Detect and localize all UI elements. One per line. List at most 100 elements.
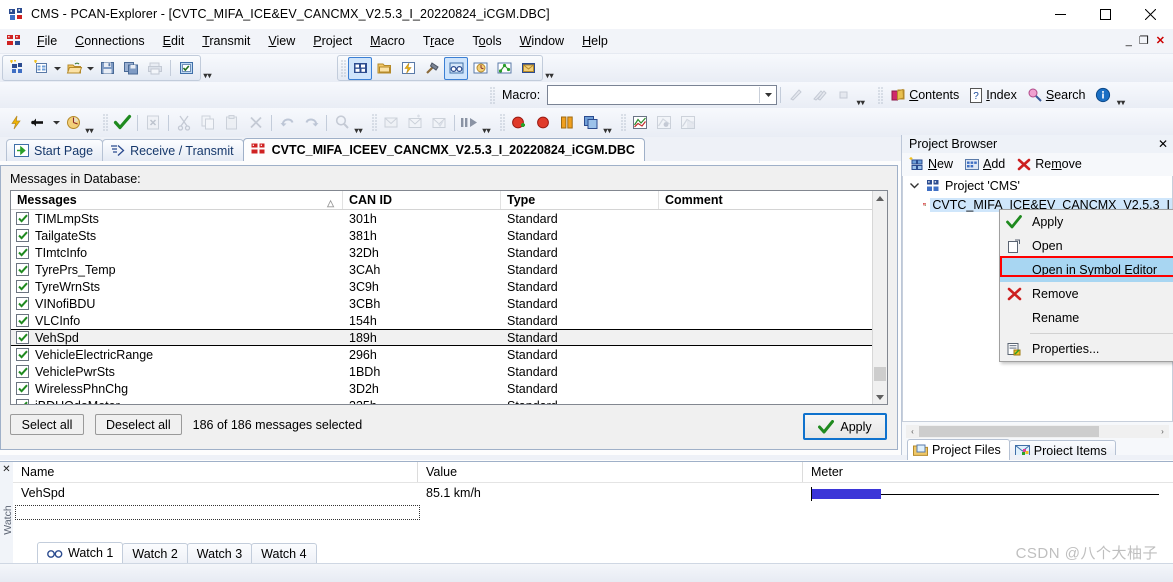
table-row[interactable]: VINofiBDU 3CBh Standard: [11, 295, 887, 312]
scroll-left-icon[interactable]: ‹: [906, 425, 919, 438]
tab-receive-transmit[interactable]: Receive / Transmit: [102, 139, 244, 161]
menu-tools[interactable]: Tools: [463, 31, 510, 51]
minimize-button[interactable]: [1038, 0, 1083, 28]
table-row[interactable]: iBDUOdoMeter 335hStandard: [11, 397, 887, 404]
timer-icon[interactable]: [468, 57, 492, 80]
paste-icon[interactable]: [220, 111, 244, 134]
row-checkbox[interactable]: [16, 297, 29, 310]
tab-start-page[interactable]: Start Page: [6, 139, 104, 161]
tree-node-project[interactable]: Project 'CMS': [903, 176, 1172, 195]
context-menu-item-open[interactable]: Open: [1000, 234, 1173, 258]
menu-view[interactable]: View: [259, 31, 304, 51]
context-menu-item-apply[interactable]: Apply: [1000, 210, 1173, 234]
toolbar-overflow-button[interactable]: ▾ ▾: [545, 58, 554, 80]
chevron-down-icon[interactable]: [53, 58, 62, 78]
menu-project[interactable]: Project: [304, 31, 361, 51]
chevron-expanded-icon[interactable]: [907, 182, 921, 189]
table-row[interactable]: TailgateSts 381h Standard: [11, 227, 887, 244]
properties-icon[interactable]: [174, 57, 198, 80]
cut-icon[interactable]: [172, 111, 196, 134]
apply-button[interactable]: Apply: [803, 413, 887, 440]
network-icon[interactable]: [492, 57, 516, 80]
send-message-icon[interactable]: [379, 111, 403, 134]
scroll-down-icon[interactable]: [873, 390, 887, 404]
new-project-icon[interactable]: [5, 57, 29, 80]
row-checkbox[interactable]: [16, 212, 29, 225]
redo-icon[interactable]: [299, 111, 323, 134]
column-header-canid[interactable]: CAN ID: [343, 191, 501, 209]
mdi-close-button[interactable]: ✕: [1156, 35, 1165, 47]
close-button[interactable]: [1128, 0, 1173, 28]
tab-watch-4[interactable]: Watch 4: [251, 543, 317, 563]
toolbar-overflow-button[interactable]: ▾ ▾: [85, 113, 94, 134]
print-icon[interactable]: [143, 57, 167, 80]
macro-input[interactable]: [548, 86, 760, 104]
toolbar-overflow-button[interactable]: ▾ ▾: [482, 113, 491, 134]
row-checkbox[interactable]: [16, 229, 29, 242]
new-document-icon[interactable]: [29, 57, 53, 80]
edit-message-icon[interactable]: [427, 111, 451, 134]
project-new-button[interactable]: New: [906, 155, 959, 173]
table-row[interactable]: TyreWrnSts 3C9h Standard: [11, 278, 887, 295]
table-row[interactable]: VLCInfo 154h Standard: [11, 312, 887, 329]
undo-icon[interactable]: [275, 111, 299, 134]
project-remove-button[interactable]: Remove: [1014, 155, 1088, 173]
toolbar-overflow-button[interactable]: ▾ ▾: [856, 85, 865, 107]
hscrollbar-thumb[interactable]: [919, 426, 1099, 437]
receive-transmit-icon[interactable]: [348, 56, 372, 80]
menu-window[interactable]: Window: [511, 31, 573, 51]
trace-icon[interactable]: [396, 57, 420, 80]
toolbar-grip[interactable]: [500, 114, 505, 131]
menu-edit[interactable]: Edit: [154, 31, 194, 51]
table-row[interactable]: VehicleElectricRange 296h Standard: [11, 346, 887, 363]
delete-icon[interactable]: [141, 111, 165, 134]
context-menu-item-open-in-symbol-editor[interactable]: Open in Symbol Editor: [1000, 258, 1173, 282]
tab-project-files[interactable]: Project Files: [907, 439, 1010, 460]
menu-macro[interactable]: Macro: [361, 31, 414, 51]
macro-combobox[interactable]: [547, 85, 778, 105]
scroll-up-icon[interactable]: [873, 191, 887, 205]
copy-trace-icon[interactable]: [579, 111, 603, 134]
symbol-editor-icon[interactable]: [444, 56, 468, 80]
messages-grid[interactable]: Messages △ CAN ID Type Comment TIMLmpSts…: [10, 190, 888, 405]
toolbar-grip[interactable]: [490, 86, 495, 104]
toolbar-overflow-button[interactable]: ▾ ▾: [203, 58, 212, 80]
connect-icon[interactable]: [4, 111, 28, 134]
chevron-down-icon[interactable]: [759, 87, 776, 103]
grid-vertical-scrollbar[interactable]: [872, 191, 887, 404]
row-checkbox[interactable]: [16, 280, 29, 293]
table-row[interactable]: TIMLmpSts 301h Standard: [11, 210, 887, 227]
toolbar-grip[interactable]: [621, 114, 626, 131]
help-index-button[interactable]: ? Index: [964, 85, 1022, 106]
menu-transmit[interactable]: Transmit: [193, 31, 259, 51]
column-header-comment[interactable]: Comment: [659, 191, 874, 209]
row-checkbox[interactable]: [16, 382, 29, 395]
mdi-minimize-button[interactable]: _: [1126, 35, 1132, 47]
context-menu-item-properties[interactable]: Properties...: [1000, 337, 1173, 361]
line-plot-icon[interactable]: [628, 111, 652, 134]
row-checkbox[interactable]: [16, 348, 29, 361]
project-add-button[interactable]: Add: [962, 155, 1011, 173]
row-checkbox[interactable]: [16, 263, 29, 276]
context-menu-item-remove[interactable]: Remove: [1000, 282, 1173, 306]
tab-watch-3[interactable]: Watch 3: [186, 543, 253, 563]
deselect-all-button[interactable]: Deselect all: [95, 414, 182, 435]
toolbar-overflow-button[interactable]: ▾ ▾: [603, 113, 612, 134]
column-header-type[interactable]: Type: [501, 191, 659, 209]
menu-help[interactable]: Help: [573, 31, 617, 51]
scrollbar-thumb[interactable]: [874, 367, 886, 381]
context-menu-item-rename[interactable]: Rename: [1000, 306, 1173, 330]
copy-icon[interactable]: [196, 111, 220, 134]
toolbar-grip[interactable]: [103, 114, 108, 131]
save-all-icon[interactable]: [119, 57, 143, 80]
send-list-icon[interactable]: [458, 111, 482, 134]
table-row[interactable]: TyrePrs_Temp 3CAh Standard: [11, 261, 887, 278]
watch-column-value[interactable]: Value: [418, 462, 803, 482]
column-header-messages[interactable]: Messages △: [11, 191, 343, 209]
watch-new-entry-row[interactable]: [13, 502, 1173, 521]
scroll-right-icon[interactable]: ›: [1156, 425, 1169, 438]
watch-close-button[interactable]: ✕: [0, 462, 13, 475]
project-tree-hscrollbar[interactable]: ‹ ›: [906, 425, 1169, 438]
tab-watch-1[interactable]: Watch 1: [37, 542, 124, 563]
chevron-down-icon[interactable]: [86, 58, 95, 78]
